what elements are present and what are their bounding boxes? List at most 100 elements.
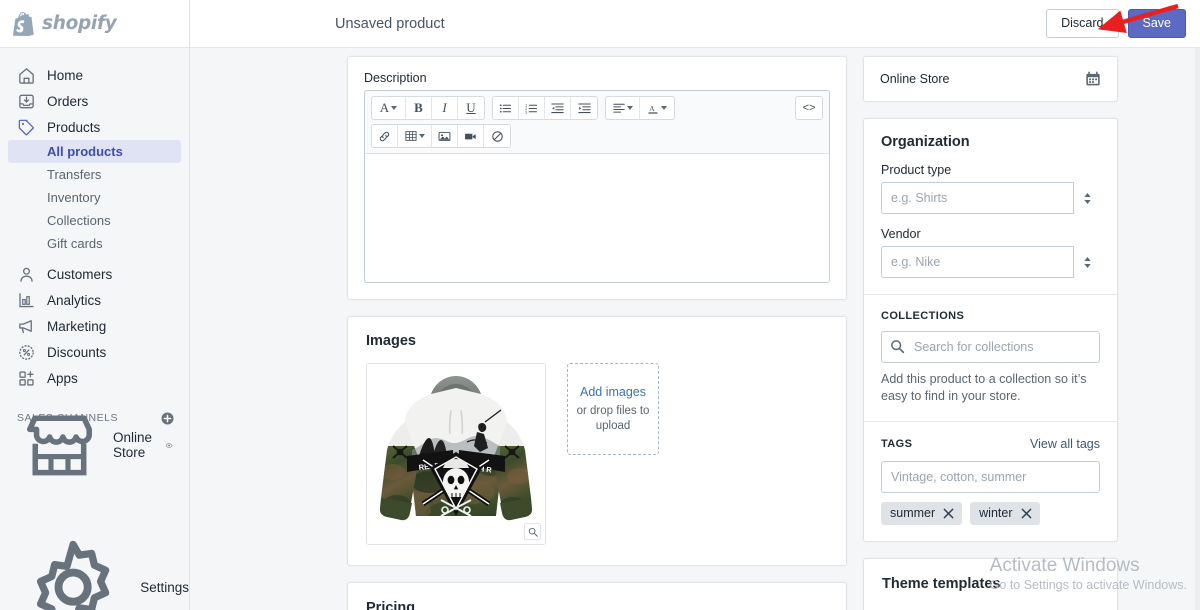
code-view-icon[interactable]: <> — [796, 97, 822, 119]
description-textarea[interactable] — [365, 154, 829, 282]
collections-search-field[interactable] — [881, 331, 1100, 363]
online-store-card: Online Store — [863, 56, 1118, 102]
shopify-admin-product-page: shopify Home Orders — [0, 0, 1200, 610]
vendor-input[interactable] — [881, 246, 1100, 278]
shopify-bag-icon — [13, 12, 34, 36]
top-bar: Unsaved product Discard Save — [190, 0, 1200, 48]
outdent-icon[interactable] — [545, 97, 571, 119]
sidebar-item-home[interactable]: Home — [8, 62, 181, 88]
sidebar-subitem-label: Gift cards — [47, 236, 103, 251]
product-type-input[interactable] — [881, 182, 1100, 214]
description-editor[interactable]: A B I U — [364, 90, 830, 283]
sidebar-item-label: Apps — [47, 371, 78, 386]
tag-label: summer — [890, 506, 935, 520]
svg-text:A: A — [649, 103, 655, 112]
insert-group — [371, 124, 511, 148]
font-format-icon[interactable]: A — [372, 97, 406, 119]
storefront-icon — [17, 403, 102, 488]
plus-circle-icon[interactable] — [160, 411, 175, 426]
sidebar-subitem-label: Inventory — [47, 190, 100, 205]
add-images-link[interactable]: Add images — [580, 385, 646, 399]
discard-button[interactable]: Discard — [1046, 9, 1118, 38]
sidebar-item-apps[interactable]: Apps — [8, 365, 181, 391]
save-button[interactable]: Save — [1128, 9, 1187, 38]
magnifier-icon[interactable] — [524, 523, 541, 540]
tag-chip: summer — [881, 502, 962, 525]
online-store-row: Online Store — [880, 71, 1101, 87]
sidebar-item-customers[interactable]: Customers — [8, 261, 181, 287]
vertical-scrollbar[interactable] — [1195, 48, 1200, 610]
collections-section: COLLECTIONS Add this product to a collec… — [864, 295, 1117, 422]
sidebar-item-orders[interactable]: Orders — [8, 88, 181, 114]
products-tag-icon — [17, 118, 36, 137]
align-left-icon[interactable] — [606, 97, 640, 119]
page-title: Unsaved product — [335, 16, 445, 32]
product-type-stepper[interactable] — [1073, 182, 1100, 214]
numbered-list-icon[interactable]: 1 2 3 — [519, 97, 545, 119]
insert-image-icon[interactable] — [432, 125, 458, 147]
text-color-icon[interactable]: A — [640, 97, 674, 119]
sidebar-nav: Home Orders Products — [0, 48, 189, 564]
clear-formatting-icon[interactable] — [484, 125, 510, 147]
sidebar-item-label: Home — [47, 68, 83, 83]
marketing-megaphone-icon — [17, 317, 36, 336]
text-style-group: A B I U — [371, 96, 485, 120]
align-color-group: A — [605, 96, 675, 120]
sidebar-item-label: Orders — [47, 94, 88, 109]
sidebar-item-label: Customers — [47, 267, 112, 282]
images-title: Images — [366, 333, 828, 349]
camo-hoodie-image: REAPER FISH R — [367, 364, 545, 544]
add-images-dropzone[interactable]: Add images or drop files to upload — [567, 363, 659, 455]
pricing-title: Pricing — [366, 600, 828, 610]
sidebar: shopify Home Orders — [0, 0, 190, 610]
sidebar-item-label: Analytics — [47, 293, 101, 308]
product-image-thumbnail[interactable]: REAPER FISH R — [366, 363, 546, 545]
analytics-bars-icon — [17, 291, 36, 310]
close-x-icon[interactable] — [943, 508, 954, 519]
bulleted-list-icon[interactable] — [493, 97, 519, 119]
home-icon — [17, 66, 36, 85]
close-x-icon[interactable] — [1021, 508, 1032, 519]
sidebar-item-transfers[interactable]: Transfers — [8, 163, 181, 186]
sidebar-item-analytics[interactable]: Analytics — [8, 287, 181, 313]
bold-icon[interactable]: B — [406, 97, 432, 119]
sidebar-item-online-store[interactable]: Online Store — [8, 431, 181, 459]
insert-video-icon[interactable] — [458, 125, 484, 147]
vendor-field[interactable] — [881, 246, 1100, 278]
sidebar-item-inventory[interactable]: Inventory — [8, 186, 181, 209]
product-type-field[interactable] — [881, 182, 1100, 214]
shopify-logo[interactable]: shopify — [0, 0, 189, 48]
italic-icon[interactable]: I — [432, 97, 458, 119]
sidebar-item-settings[interactable]: Settings — [0, 564, 189, 610]
theme-templates-card: Theme templates — [863, 558, 1118, 610]
orders-inbox-icon — [17, 92, 36, 111]
drop-files-hint: or drop files to upload — [574, 404, 652, 433]
sidebar-item-gift-cards[interactable]: Gift cards — [8, 232, 181, 255]
sidebar-item-label: Products — [47, 120, 100, 135]
primary-column: Description A B — [347, 48, 847, 610]
list-indent-group: 1 2 3 — [492, 96, 598, 120]
sidebar-channel-label: Online Store — [113, 430, 154, 460]
main-region: Unsaved product Discard Save Description — [190, 0, 1200, 610]
sidebar-item-all-products[interactable]: All products — [8, 140, 181, 163]
tag-label: winter — [979, 506, 1012, 520]
tags-input[interactable] — [881, 461, 1100, 493]
sidebar-item-products[interactable]: Products — [8, 114, 181, 140]
sidebar-item-collections[interactable]: Collections — [8, 209, 181, 232]
link-icon[interactable] — [372, 125, 398, 147]
vendor-stepper[interactable] — [1073, 246, 1100, 278]
editor-toolbar-row-1: A B I U — [371, 96, 823, 120]
tags-heading: TAGS — [881, 438, 912, 450]
collections-search-input[interactable] — [881, 331, 1100, 363]
indent-icon[interactable] — [571, 97, 597, 119]
sidebar-item-marketing[interactable]: Marketing — [8, 313, 181, 339]
view-all-tags-link[interactable]: View all tags — [1030, 437, 1100, 451]
topbar-actions: Discard Save — [1046, 9, 1186, 38]
underline-icon[interactable]: U — [458, 97, 484, 119]
calendar-icon[interactable] — [1085, 71, 1101, 87]
collections-heading: COLLECTIONS — [881, 310, 1100, 322]
table-icon[interactable] — [398, 125, 432, 147]
sidebar-item-discounts[interactable]: Discounts — [8, 339, 181, 365]
eye-icon[interactable] — [165, 438, 173, 453]
sidebar-item-label: Discounts — [47, 345, 106, 360]
